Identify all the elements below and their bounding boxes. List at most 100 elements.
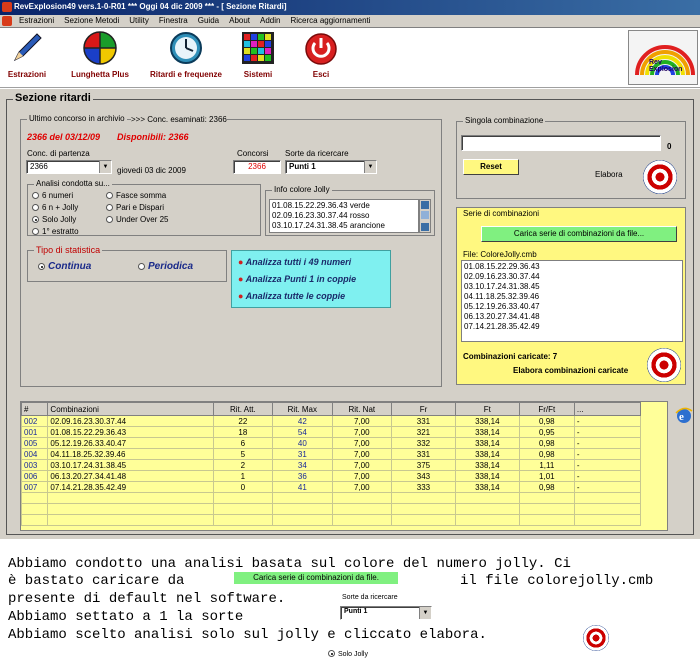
radio-continua[interactable]: Continua (38, 261, 91, 272)
list-item[interactable]: 01.08.15.22.29.36.43 (462, 262, 682, 272)
radio-fasce-somma[interactable]: Fasce somma (106, 191, 166, 200)
list-item[interactable]: 07.14.21.28.35.42.49 (462, 322, 682, 332)
jolly-scrollbar[interactable] (419, 199, 431, 233)
note-target-icon (583, 625, 609, 651)
radio-primo-estratto[interactable]: 1° estratto (32, 227, 79, 236)
scroll-thumb[interactable] (421, 211, 429, 219)
power-icon (305, 33, 337, 65)
start-label: Conc. di partenza (27, 149, 90, 158)
radio-under-over[interactable]: Under Over 25 (106, 215, 168, 224)
single-combo-input[interactable] (461, 135, 661, 151)
menu-estrazioni[interactable]: Estrazioni (14, 15, 59, 26)
list-item[interactable]: 02.09.16.23.30.37.44 (462, 272, 682, 282)
results-table[interactable]: # Combinazioni Rit. Att. Rit. Max Rit. N… (20, 401, 668, 531)
list-item[interactable]: 02.09.16.23.30.37.44 rosso (270, 211, 418, 221)
menu-guida[interactable]: Guida (193, 15, 224, 26)
bullet-arrow-icon: ● (238, 274, 244, 284)
table-row-empty (21, 492, 642, 504)
svg-text:e: e (679, 411, 684, 423)
app-icon (2, 2, 12, 12)
list-item[interactable]: 05.12.19.26.33.40.47 (462, 302, 682, 312)
table-row[interactable]: 003 03.10.17.24.31.38.45 2 34 7,00 375 338,14 1… (21, 459, 642, 471)
table-row[interactable]: 001 01.08.15.22.29.36.43 18 54 7,00 321 338,14… (21, 426, 642, 438)
chevron-down-icon[interactable]: ▼ (99, 161, 111, 173)
lunghetta-plus-button[interactable]: Lunghetta Plus (64, 30, 136, 79)
radio-pari-dispari[interactable]: Pari e Dispari (106, 203, 164, 212)
analysis-actions-panel: ● Analizza tutti i 49 numeri ● Analizza … (231, 250, 391, 308)
series-filename: File: ColoreJolly.cmb (463, 250, 537, 259)
start-draw-combo[interactable]: 2366 ▼ (26, 160, 112, 174)
target-icon[interactable] (643, 160, 677, 194)
examined-count: >>> Conc. esaminati: 2366 (131, 115, 227, 124)
list-item[interactable]: 01.08.15.22.29.36.43 verde (270, 201, 418, 211)
toolbar: Estrazioni Lunghetta Plus Ritardi e freq… (0, 28, 700, 88)
note-line-4: Abbiamo settato a 1 la sorte (8, 609, 244, 625)
note-radio-solo-jolly: Solo Jolly (328, 650, 368, 658)
table-row-empty (21, 514, 642, 526)
archive-group: Ultimo concorso in archivio >>> Conc. es… (20, 114, 442, 387)
note-line-5: Abbiamo scelto analisi solo sul jolly e … (8, 627, 487, 643)
analyze-coppie-link[interactable]: ● Analizza tutte le coppie (238, 291, 345, 301)
jolly-info-group: Info colore Jolly 01.08.15.22.29.36.43 v… (265, 185, 435, 236)
note-line-3: presente di default nel software. (8, 591, 286, 607)
table-row[interactable]: 006 06.13.20.27.34.41.48 1 36 7,00 343 338,14 1… (21, 470, 642, 482)
reset-button[interactable]: Reset (463, 159, 519, 175)
note-line-2a: è bastato caricare da (8, 573, 185, 589)
menu-finestra[interactable]: Finestra (154, 15, 193, 26)
export-ie-icon[interactable]: e (674, 405, 694, 425)
ritardi-frequenze-button[interactable]: Ritardi e frequenze (142, 30, 230, 79)
concorsi-label: Concorsi (237, 149, 269, 158)
list-item[interactable]: 03.10.17.24.31.38.45 (462, 282, 682, 292)
analyze-punti-link[interactable]: ● Analizza Punti 1 in coppie (238, 274, 356, 284)
estrazioni-button[interactable]: Estrazioni (4, 30, 50, 79)
chevron-down-icon: ▼ (419, 607, 431, 619)
table-row[interactable]: 007 07.14.21.28.35.42.49 0 41 7,00 333 338,14 0… (21, 481, 642, 493)
last-draw: 2366 del 03/12/09 (27, 132, 101, 142)
list-item[interactable]: 04.11.18.25.32.39.46 (462, 292, 682, 302)
scroll-down-icon[interactable] (421, 223, 429, 231)
note-line-2b: il file colorejolly.cmb (460, 573, 654, 589)
system-menu-icon[interactable] (2, 16, 12, 26)
menu-sezione-metodi[interactable]: Sezione Metodi (59, 15, 124, 26)
single-combo-group: Singola combinazione 0 Reset Elabora (456, 116, 686, 199)
list-item[interactable]: 06.13.20.27.34.41.48 (462, 312, 682, 322)
sorte-label: Sorte da ricercare (285, 149, 349, 158)
table-row[interactable]: 002 02.09.16.23.30.37.44 22 42 7,00 331 338,14… (21, 415, 642, 427)
radio-solo-jolly[interactable]: Solo Jolly (32, 215, 76, 224)
series-list[interactable]: 01.08.15.22.29.36.43 02.09.16.23.30.37.4… (461, 260, 683, 342)
menu-addin[interactable]: Addin (255, 15, 285, 26)
available-count: Disponibili: 2366 (117, 132, 189, 142)
table-header-row: # Combinazioni Rit. Att. Rit. Max Rit. N… (21, 402, 642, 416)
scroll-up-icon[interactable] (421, 201, 429, 209)
bullet-arrow-icon: ● (238, 257, 244, 267)
note-sorte-label: Sorte da ricercare (342, 594, 398, 601)
menu-bar: Estrazioni Sezione Metodi Utility Finestra G… (0, 15, 700, 28)
radio-6n-jolly[interactable]: 6 n + Jolly (32, 203, 78, 212)
table-row[interactable]: 005 05.12.19.26.33.40.47 6 40 7,00 332 338,14 0… (21, 437, 642, 449)
analysis-group: Analisi condotta su... 6 numeri 6 n + Jo… (27, 179, 261, 236)
radio-6-numeri[interactable]: 6 numeri (32, 191, 73, 200)
target-icon[interactable] (647, 348, 681, 382)
menu-ricerca-aggiornamenti[interactable]: Ricerca aggiornamenti (285, 15, 375, 26)
radio-periodica[interactable]: Periodica (138, 261, 193, 272)
table-row-empty (21, 503, 642, 515)
menu-about[interactable]: About (224, 15, 255, 26)
esci-button[interactable]: Esci (298, 30, 344, 79)
jolly-list[interactable]: 01.08.15.22.29.36.43 verde 02.09.16.23.3… (269, 199, 419, 233)
rev-explosion-logo: Rev Explosion (628, 30, 698, 85)
analyze-49-link[interactable]: ● Analizza tutti i 49 numeri (238, 257, 351, 267)
sorte-combo[interactable]: Punti 1 ▼ (285, 160, 377, 174)
menu-utility[interactable]: Utility (124, 15, 154, 26)
window-title: RevExplosion49 vers.1-0-R01 *** Oggi 04 … (14, 2, 287, 11)
sistemi-button[interactable]: Sistemi (232, 30, 284, 79)
color-wheel-icon (83, 31, 117, 65)
chevron-down-icon[interactable]: ▼ (364, 161, 376, 173)
section-title: Sezione ritardi (13, 92, 93, 104)
table-row[interactable]: 004 04.11.18.25.32.39.46 5 31 7,00 331 338,14 0… (21, 448, 642, 460)
list-item[interactable]: 03.10.17.24.31.38.45 arancione (270, 221, 418, 231)
pencil-icon (13, 33, 42, 62)
load-series-button[interactable]: Carica serie di combinazioni da file... (481, 226, 677, 242)
series-group: Serie di combinazioni Carica serie di co… (456, 207, 686, 385)
note-line-1: Abbiamo condotto una analisi basata sul … (8, 556, 571, 572)
concorsi-field[interactable]: 2366 (233, 160, 281, 174)
